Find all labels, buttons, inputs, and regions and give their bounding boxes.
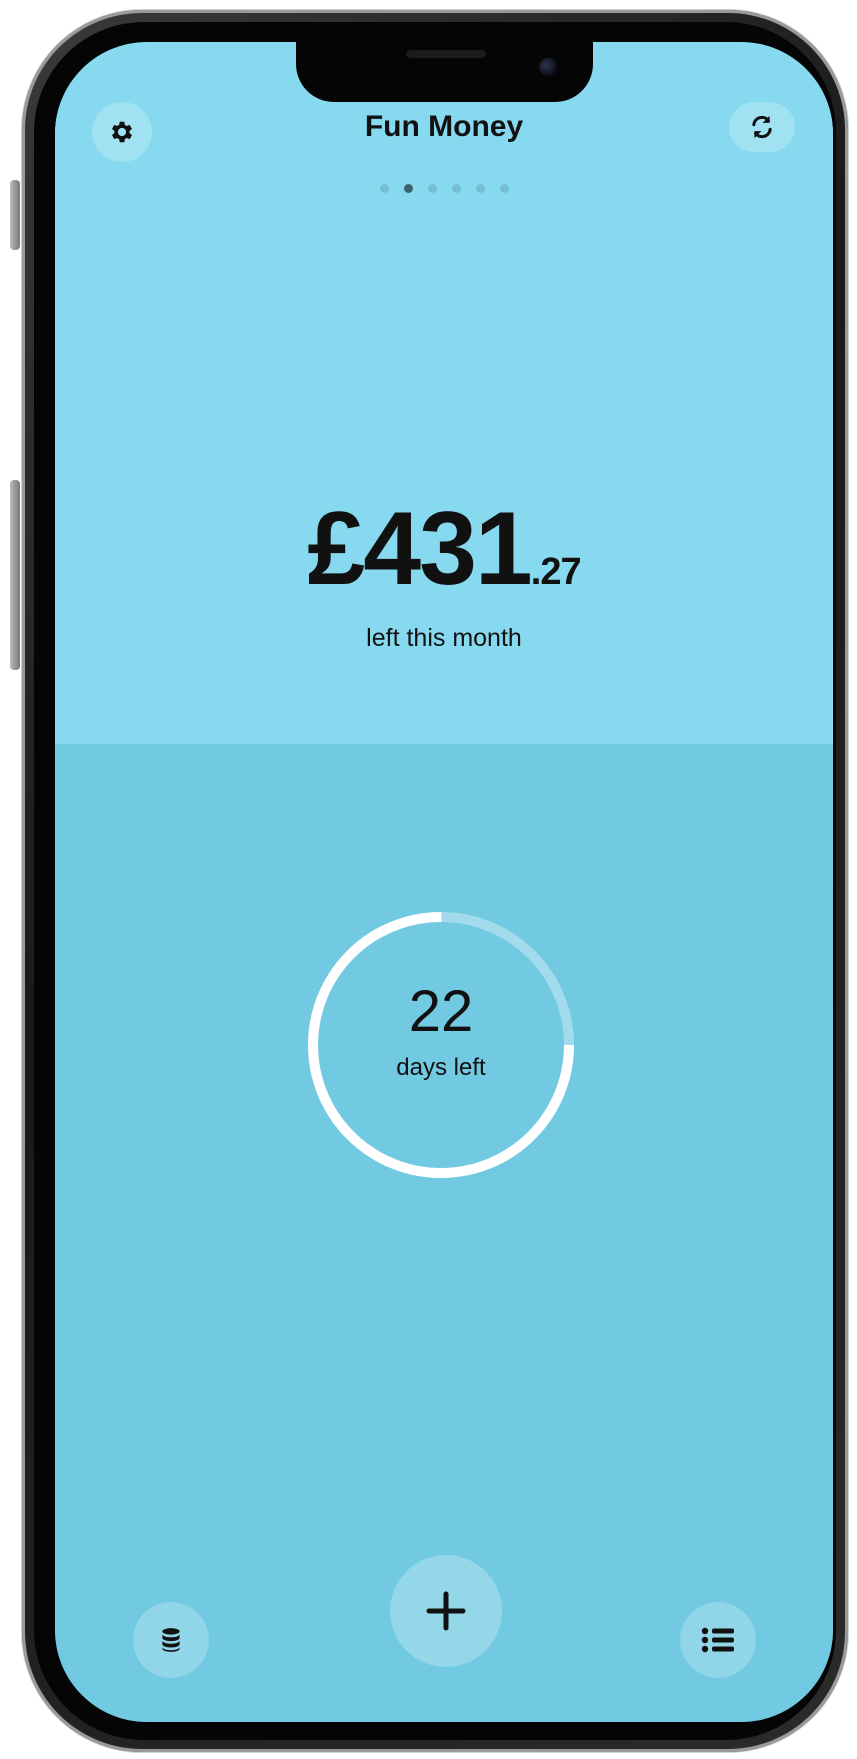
- days-left-number: 22: [408, 979, 474, 1044]
- app-screen: Fun Money £431.27 left this month 22 day…: [55, 42, 833, 1722]
- page-indicator[interactable]: [55, 184, 833, 193]
- notch: [296, 42, 593, 102]
- speaker-grille: [406, 50, 486, 58]
- balance-main: £431: [307, 491, 532, 607]
- page-dot[interactable]: [499, 184, 509, 193]
- balance-caption: left this month: [366, 624, 522, 652]
- volume-button: [10, 480, 20, 670]
- page-dot[interactable]: [403, 184, 413, 193]
- balance-amount: £431.27: [55, 490, 833, 609]
- page-dot[interactable]: [379, 184, 389, 193]
- page-dot[interactable]: [427, 184, 437, 193]
- front-camera: [539, 58, 557, 76]
- add-transaction-button[interactable]: [390, 1555, 502, 1667]
- accounts-button[interactable]: [133, 1602, 209, 1678]
- phone-device: Fun Money £431.27 left this month 22 day…: [0, 0, 857, 1759]
- refresh-button[interactable]: [729, 102, 795, 152]
- mute-switch: [10, 180, 20, 250]
- page-dot[interactable]: [451, 184, 461, 193]
- balance-cents: .27: [530, 551, 582, 593]
- coins-icon: [162, 1628, 180, 1652]
- page-dot[interactable]: [475, 184, 485, 193]
- plus-icon: [426, 1591, 466, 1631]
- progress-ring: [308, 912, 574, 1178]
- days-left-ring: 22 days left: [304, 908, 578, 1182]
- transactions-list-button[interactable]: [680, 1602, 756, 1678]
- page-title: Fun Money: [364, 110, 524, 143]
- refresh-icon: [752, 115, 772, 139]
- list-icon: [701, 1627, 734, 1653]
- days-left-label: days left: [396, 1054, 486, 1081]
